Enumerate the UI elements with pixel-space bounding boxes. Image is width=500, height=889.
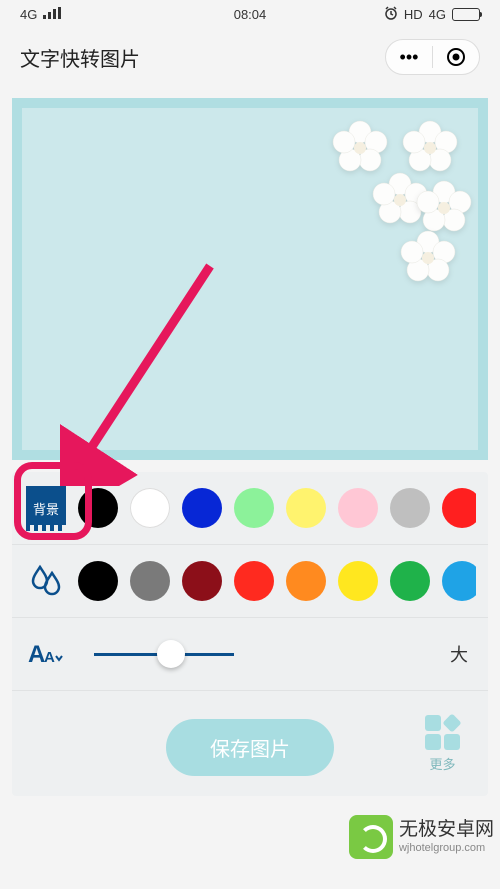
background-swatch-list [78,488,476,528]
font-size-slider[interactable] [94,653,234,656]
bg-swatch-5[interactable] [338,488,378,528]
bg-swatch-0[interactable] [78,488,118,528]
nav-bar: 文字快转图片 ••• [0,28,500,86]
color-swatch-6[interactable] [390,561,430,601]
bg-swatch-7[interactable] [442,488,476,528]
flower-decoration [398,228,458,288]
menu-button[interactable]: ••• [386,40,432,74]
hd-label: HD [404,7,423,22]
tool-panel: 背景 A A 大 保存图片 [12,472,488,796]
watermark-logo-icon [349,815,393,859]
action-bar: 保存图片 更多 [12,691,488,796]
font-size-row: A A 大 [12,618,488,691]
close-button[interactable] [433,40,479,74]
network-label-left: 4G [20,7,37,22]
color-swatch-1[interactable] [130,561,170,601]
miniapp-capsule: ••• [385,39,480,75]
color-swatch-5[interactable] [338,561,378,601]
status-left: 4G [20,7,61,22]
flower-decoration [330,118,390,178]
color-swatch-list [78,561,476,601]
signal-icon [43,7,61,22]
bg-swatch-4[interactable] [286,488,326,528]
page-title: 文字快转图片 [20,43,140,72]
text-color-tool-button[interactable] [24,559,68,603]
watermark-title: 无极安卓网 [399,819,494,842]
watermark-url: wjhotelgroup.com [399,842,494,855]
status-bar: 4G 08:04 HD 4G [0,0,500,28]
color-swatch-0[interactable] [78,561,118,601]
background-tool-button[interactable]: 背景 [24,486,68,530]
battery-icon [452,8,480,21]
slider-thumb[interactable] [157,640,185,668]
more-button[interactable]: 更多 [425,715,460,773]
size-label: 大 [450,641,476,667]
alarm-icon [384,6,398,23]
network-label-right: 4G [429,7,446,22]
font-size-tool-button[interactable]: A A [24,632,68,676]
color-swatch-2[interactable] [182,561,222,601]
bg-swatch-1[interactable] [130,488,170,528]
svg-text:A: A [44,649,55,666]
bg-swatch-6[interactable] [390,488,430,528]
bg-swatch-2[interactable] [182,488,222,528]
text-color-row [12,545,488,618]
more-label: 更多 [425,754,460,773]
save-image-button[interactable]: 保存图片 [166,719,334,776]
color-swatch-3[interactable] [234,561,274,601]
watermark: 无极安卓网 wjhotelgroup.com [349,815,494,859]
color-swatch-4[interactable] [286,561,326,601]
more-icon [425,715,460,750]
flower-decoration [400,118,460,178]
color-swatch-7[interactable] [442,561,476,601]
background-row: 背景 [12,472,488,545]
droplet-icon [28,563,64,599]
font-size-icon: A A [26,636,66,672]
bg-swatch-3[interactable] [234,488,274,528]
clock: 08:04 [234,7,267,22]
background-tag-icon: 背景 [26,486,66,530]
canvas-preview[interactable] [12,98,488,460]
status-right: HD 4G [384,6,480,23]
svg-text:A: A [28,641,45,668]
